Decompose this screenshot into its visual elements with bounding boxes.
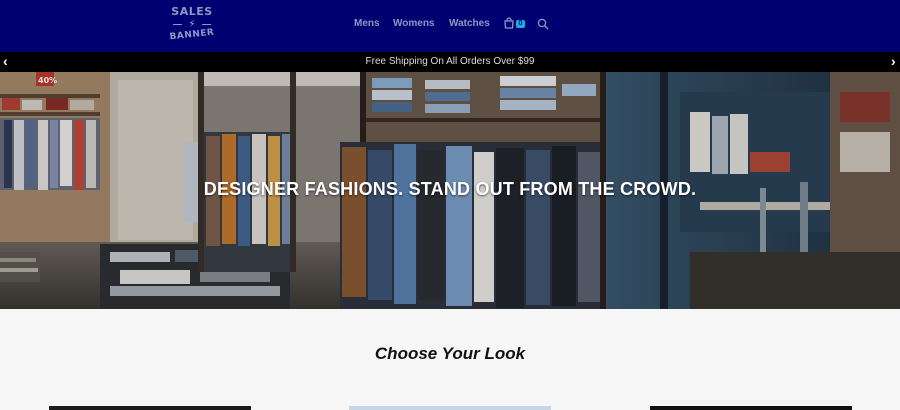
nav-womens[interactable]: Womens (393, 17, 435, 31)
banner-next-arrow-icon[interactable]: › (891, 54, 896, 68)
logo-dash-left (173, 24, 182, 25)
cart-button[interactable]: 0 (503, 17, 527, 31)
product-card-1[interactable] (49, 406, 251, 410)
hero-section: 40% DESIGNER FASHIONS. STAND OUT FROM TH… (0, 72, 900, 309)
search-button[interactable] (537, 17, 549, 30)
nav-watches[interactable]: Watches (449, 17, 490, 31)
cart-count-badge: 0 (516, 20, 525, 28)
nav-mens[interactable]: Mens (354, 17, 380, 31)
site-header: SALES ⚡ BANNER Mens Womens Watches 0 (0, 0, 900, 52)
logo-text-top: SALES (171, 5, 213, 18)
product-card-3[interactable] (650, 406, 852, 410)
logo[interactable]: SALES ⚡ BANNER (168, 4, 216, 46)
shopping-bag-icon (504, 17, 514, 29)
logo-dash-right (202, 24, 211, 25)
search-icon (537, 18, 549, 30)
product-card-2[interactable] (349, 406, 551, 410)
logo-text-bottom: BANNER (169, 27, 215, 43)
hero-title: DESIGNER FASHIONS. STAND OUT FROM THE CR… (203, 179, 697, 199)
announcement-bar: ‹ Free Shipping On All Orders Over $99 › (0, 52, 900, 72)
lightning-icon: ⚡ (188, 19, 196, 30)
section-title: Choose Your Look (374, 344, 526, 363)
announcement-text: Free Shipping On All Orders Over $99 (365, 56, 535, 67)
